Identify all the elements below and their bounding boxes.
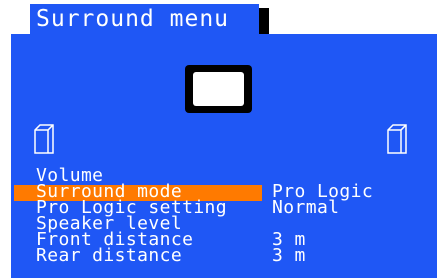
speaker-right-icon bbox=[387, 124, 407, 154]
menu-title: Surround menu bbox=[30, 4, 259, 35]
menu-item-value: Normal bbox=[272, 197, 340, 218]
menu-item-value: 3 m bbox=[272, 245, 306, 266]
speaker-left-icon bbox=[34, 124, 54, 154]
tv-icon bbox=[185, 65, 252, 113]
menu-item-label: Rear distance bbox=[36, 245, 183, 266]
menu-item-rear-distance[interactable]: Rear distance 3 m bbox=[14, 245, 437, 266]
surround-menu-screen: Surround menu Volume Surround mode Pro L… bbox=[0, 0, 437, 278]
